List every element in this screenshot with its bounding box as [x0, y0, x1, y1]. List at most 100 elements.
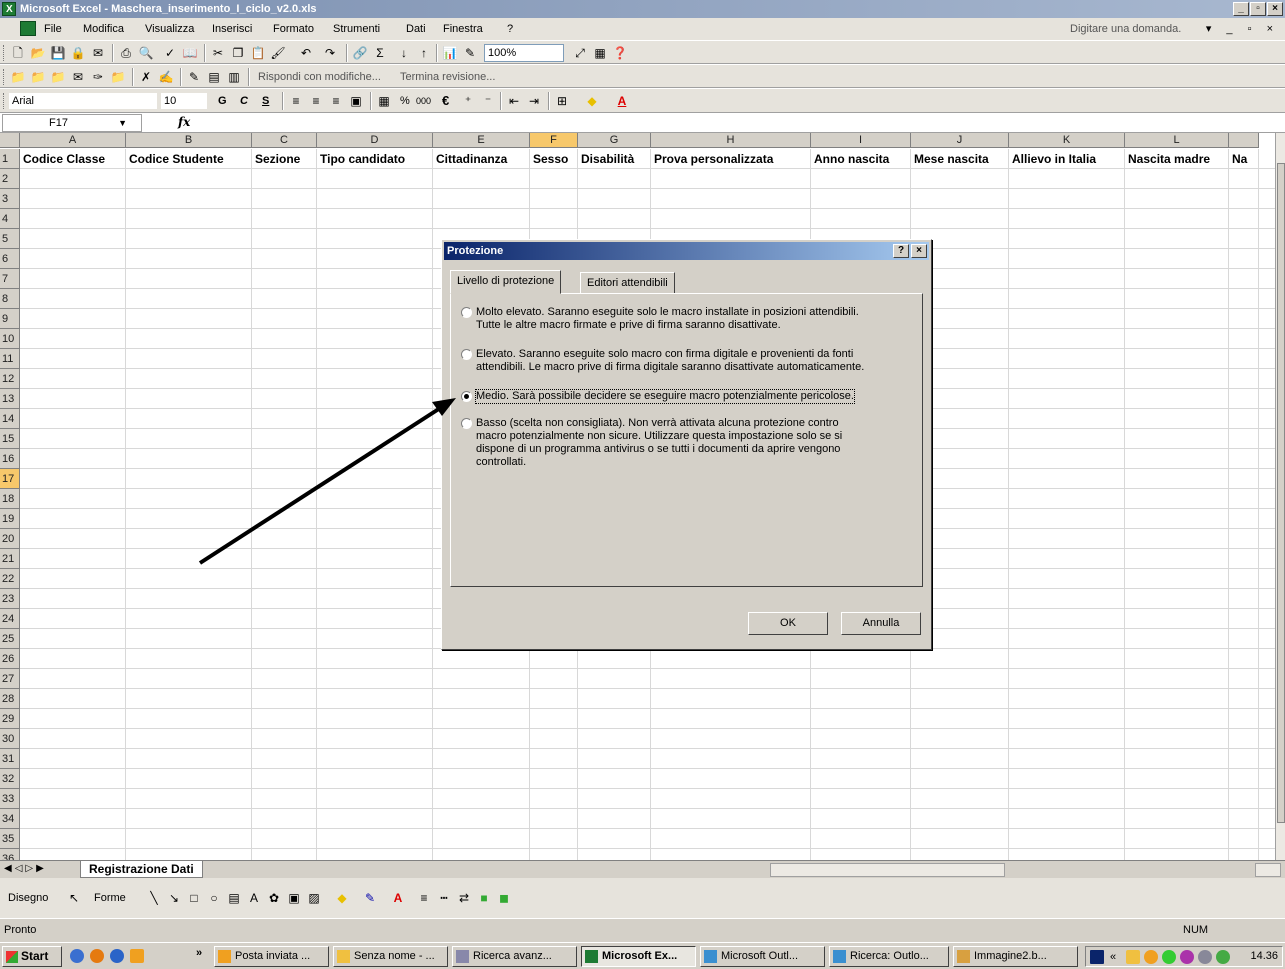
disegno-menu[interactable]: Disegno [8, 886, 48, 910]
mail-tray-icon[interactable] [1126, 950, 1140, 964]
vertical-scrollbar[interactable] [1275, 133, 1285, 860]
ask-question-box[interactable]: Digitare una domanda. [1070, 18, 1181, 40]
row-header[interactable]: 7 [0, 269, 20, 289]
cut-icon[interactable]: ✂ [210, 45, 226, 61]
clipart-icon[interactable]: ▣ [286, 890, 302, 906]
row-header[interactable]: 28 [0, 689, 20, 709]
tab-livello-protezione[interactable]: Livello di protezione [450, 270, 562, 294]
fill-color-icon[interactable]: ◆ [334, 890, 350, 906]
dialog-help-button[interactable]: ? [893, 244, 909, 258]
taskbar-item[interactable]: Posta inviata ... [214, 946, 329, 967]
column-header[interactable]: A [20, 133, 126, 148]
delete-comment-icon[interactable]: ✗ [138, 69, 154, 85]
sort-descending-icon[interactable]: ↑ [416, 45, 432, 61]
tray-expand-icon[interactable]: « [1110, 945, 1116, 969]
header-cell[interactable]: Tipo candidato [317, 149, 433, 169]
help-icon[interactable]: ❓ [612, 45, 628, 61]
column-header[interactable]: C [252, 133, 317, 148]
menu-dati[interactable]: Dati [406, 18, 426, 40]
column-header[interactable]: K [1009, 133, 1125, 148]
option-molto-elevato[interactable]: Molto elevato. Saranno eseguite solo le … [461, 306, 911, 332]
mark-icon[interactable]: ✑ [90, 69, 106, 85]
sort-ascending-icon[interactable]: ↓ [396, 45, 412, 61]
percent-button[interactable]: % [400, 89, 410, 113]
reviewing-pane-icon[interactable]: ▤ [206, 69, 222, 85]
header-cell[interactable]: Sesso [530, 149, 578, 169]
row-header[interactable]: 30 [0, 729, 20, 749]
toolbar-grip[interactable] [3, 45, 6, 61]
header-cell[interactable]: Codice Studente [126, 149, 252, 169]
line-color-icon[interactable]: ✎ [362, 890, 378, 906]
row-header[interactable]: 2 [0, 169, 20, 189]
horizontal-scroll-right[interactable] [1255, 863, 1281, 877]
mail-icon[interactable]: ✉ [70, 69, 86, 85]
redo-icon[interactable]: ↷ [322, 45, 338, 61]
select-all-corner[interactable] [0, 133, 20, 148]
picture-icon[interactable]: ▨ [306, 890, 322, 906]
toolbar-grip[interactable] [3, 93, 6, 109]
ink-icon[interactable]: ✍ [158, 69, 174, 85]
select-objects-icon[interactable]: ↖ [66, 890, 82, 906]
toolbar-grip[interactable] [3, 69, 6, 85]
language-icon[interactable] [1090, 950, 1104, 964]
merge-center-icon[interactable]: ▣ [348, 93, 364, 109]
row-header[interactable]: 29 [0, 709, 20, 729]
taskbar-item[interactable]: Microsoft Outl... [700, 946, 825, 967]
shadow-icon[interactable]: ■ [476, 890, 492, 906]
decrease-indent-icon[interactable]: ⇤ [506, 93, 522, 109]
header-cell[interactable]: Allievo in Italia [1009, 149, 1125, 169]
header-cell[interactable]: Nascita madre [1125, 149, 1229, 169]
column-header[interactable]: H [651, 133, 811, 148]
row-header[interactable]: 13 [0, 389, 20, 409]
diagram-icon[interactable]: ✿ [266, 890, 282, 906]
reply-with-changes[interactable]: Rispondi con modifiche... [258, 65, 381, 89]
folder-next-icon[interactable]: 📁 [50, 69, 66, 85]
row-header[interactable]: 24 [0, 609, 20, 629]
row-header[interactable]: 12 [0, 369, 20, 389]
line-style-icon[interactable]: ≡ [416, 890, 432, 906]
option-basso[interactable]: Basso (scelta non consigliata). Non verr… [461, 417, 911, 469]
menu-finestra[interactable]: Finestra [443, 18, 483, 40]
row-header[interactable]: 8 [0, 289, 20, 309]
open-icon[interactable]: 📂 [30, 45, 46, 61]
dialog-close-button[interactable]: × [911, 244, 927, 258]
row-header[interactable]: 17 [0, 469, 20, 489]
3d-icon[interactable]: ◼ [496, 890, 512, 906]
chart-wizard-icon[interactable]: 📊 [442, 45, 458, 61]
ok-button[interactable]: OK [748, 612, 828, 635]
menu-file[interactable]: File [44, 18, 62, 40]
row-header[interactable]: 25 [0, 629, 20, 649]
arrow-icon[interactable]: ↘ [166, 890, 182, 906]
rectangle-icon[interactable]: □ [186, 890, 202, 906]
menu-inserisci[interactable]: Inserisci [212, 18, 252, 40]
textbox-icon[interactable]: ▤ [226, 890, 242, 906]
name-box[interactable]: F17 ▼ [2, 114, 142, 132]
row-header[interactable]: 20 [0, 529, 20, 549]
taskbar-item[interactable]: Ricerca: Outlo... [829, 946, 949, 967]
row-header[interactable]: 18 [0, 489, 20, 509]
column-header[interactable]: I [811, 133, 911, 148]
menu-visualizza[interactable]: Visualizza [145, 18, 194, 40]
column-header[interactable] [1229, 133, 1259, 148]
show-all-icon[interactable]: 📁 [110, 69, 126, 85]
save-icon[interactable]: 💾 [50, 45, 66, 61]
wordart-icon[interactable]: A [246, 890, 262, 906]
app-tray-icon[interactable] [1180, 950, 1194, 964]
font-size-combo[interactable]: 10 [160, 92, 208, 110]
underline-button[interactable]: S [262, 89, 269, 113]
row-header[interactable]: 1 [0, 149, 20, 169]
column-header[interactable]: L [1125, 133, 1229, 148]
dash-style-icon[interactable]: ┅ [436, 890, 452, 906]
row-header[interactable]: 16 [0, 449, 20, 469]
row-header[interactable]: 3 [0, 189, 20, 209]
format-painter-icon[interactable]: 🖌 [270, 45, 286, 61]
menu-modifica[interactable]: Modifica [83, 18, 124, 40]
folder-prev-icon[interactable]: 📁 [30, 69, 46, 85]
row-header[interactable]: 22 [0, 569, 20, 589]
close-button[interactable]: × [1267, 2, 1283, 16]
radio-elevato[interactable] [461, 349, 472, 360]
header-cell[interactable]: Sezione [252, 149, 317, 169]
align-center-icon[interactable]: ≡ [308, 93, 324, 109]
column-header[interactable]: E [433, 133, 530, 148]
header-cell[interactable]: Prova personalizzata [651, 149, 811, 169]
